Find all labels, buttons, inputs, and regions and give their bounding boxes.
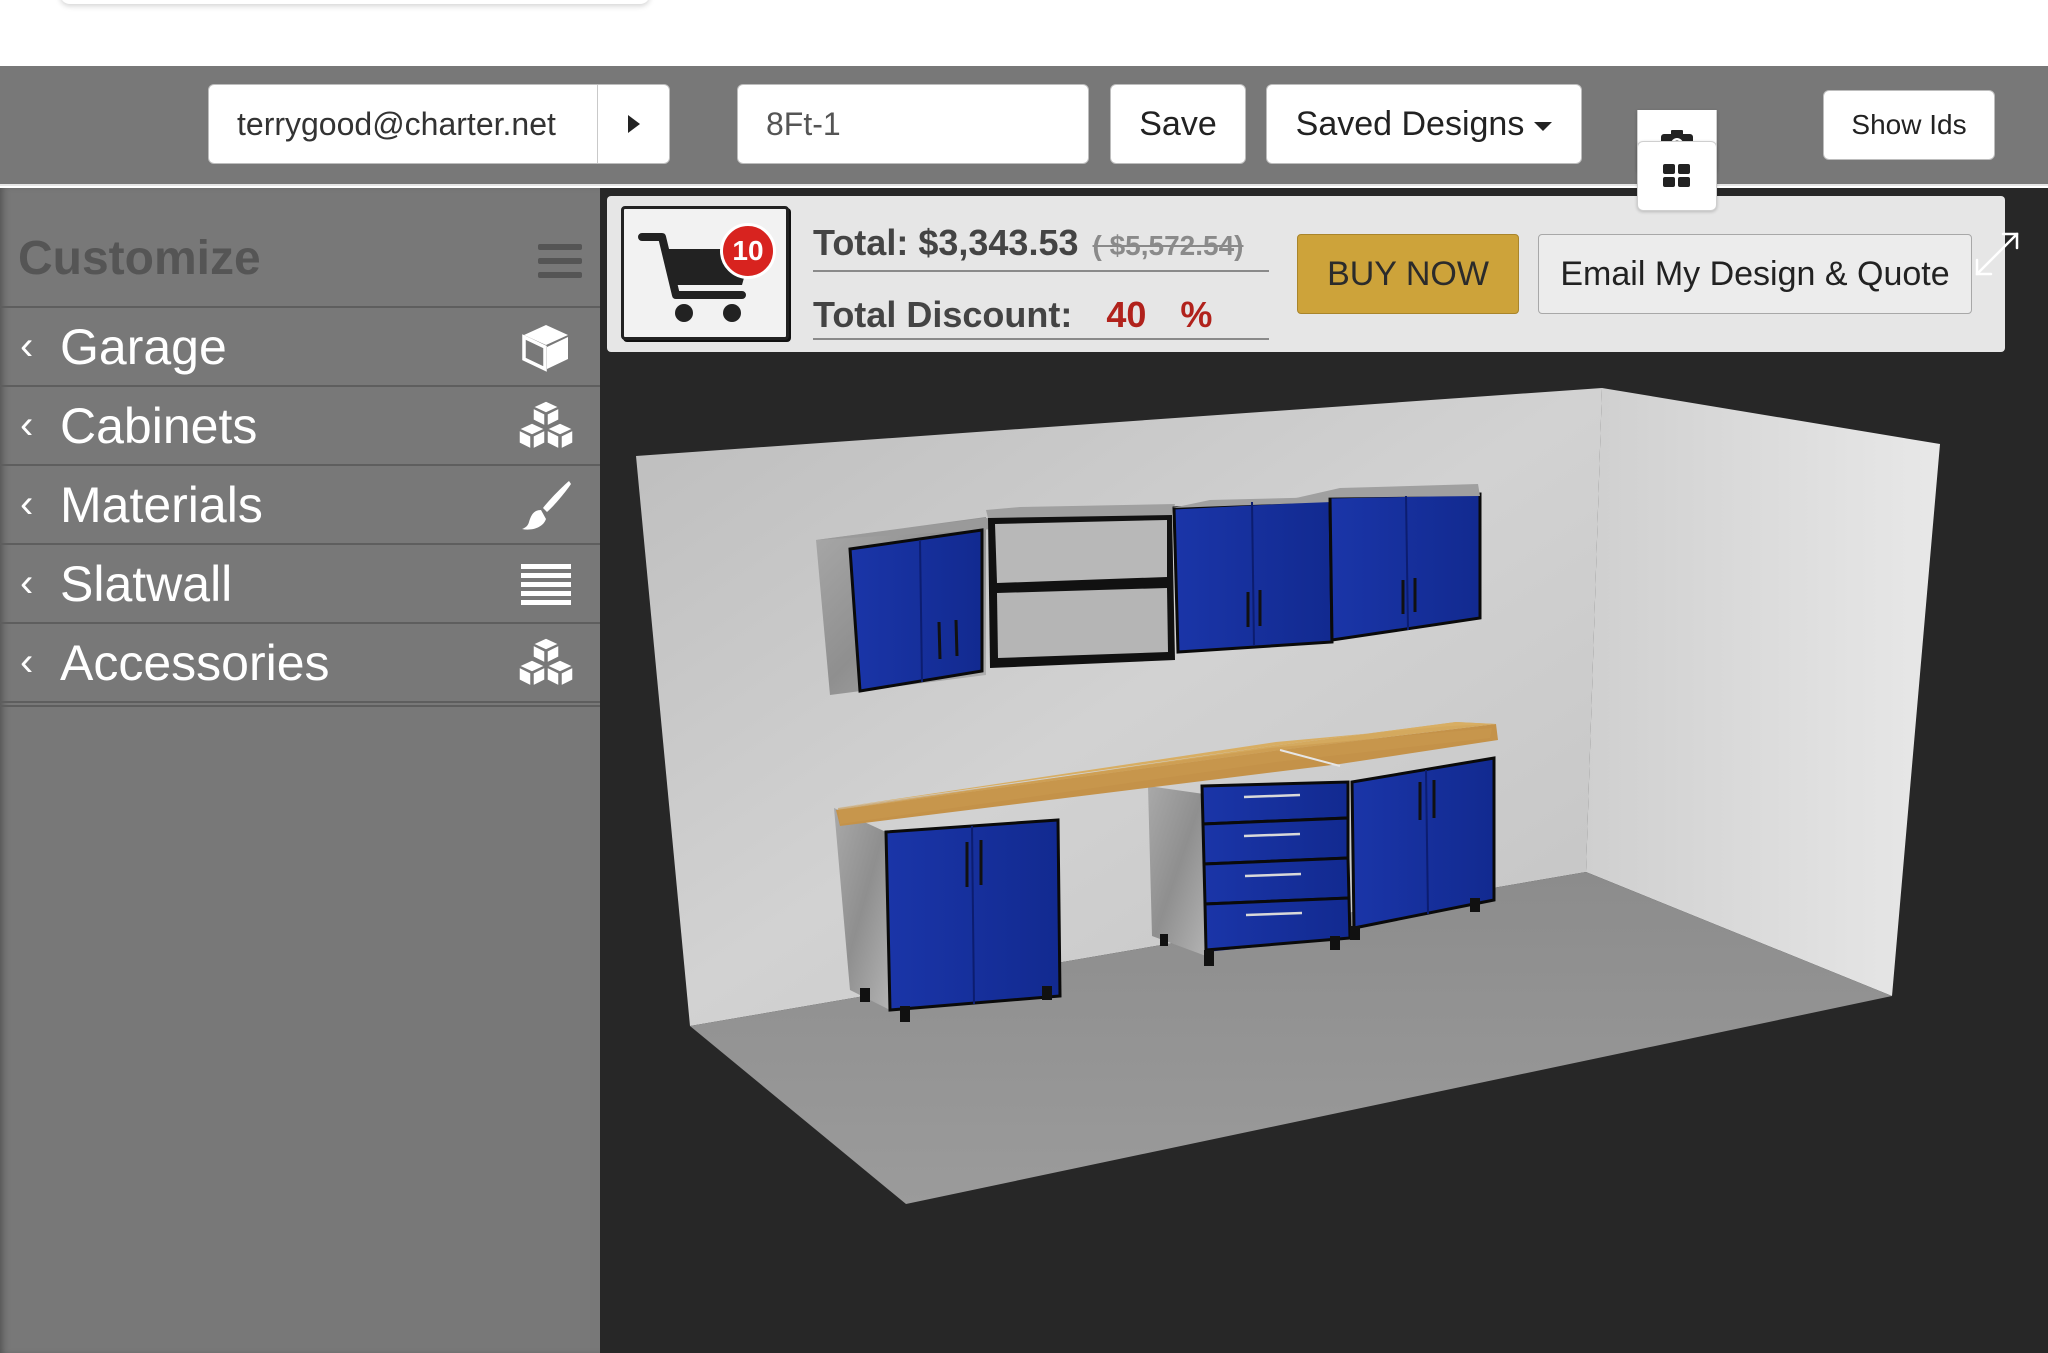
sidebar-item-materials[interactable]: ‹ Materials xyxy=(0,466,600,545)
sidebar-item-label: Materials xyxy=(60,476,263,533)
chevron-left-icon: ‹ xyxy=(20,324,34,368)
view-grid-button[interactable] xyxy=(1637,141,1717,211)
show-ids-button[interactable]: Show Ids xyxy=(1823,90,1995,160)
total-label: Total: xyxy=(813,222,909,263)
save-button[interactable]: Save xyxy=(1110,84,1246,164)
cubes-icon xyxy=(514,635,578,691)
account-email[interactable]: terrygood@charter.net xyxy=(209,85,597,163)
buy-now-button[interactable]: BUY NOW xyxy=(1297,234,1519,314)
sidebar-header: Customize xyxy=(0,188,600,308)
sidebar-item-label: Garage xyxy=(60,318,227,375)
discount-label: Total Discount: xyxy=(813,294,1073,335)
account-arrow-button[interactable] xyxy=(597,85,669,163)
cart-button[interactable]: 10 xyxy=(621,206,789,340)
discount-unit: % xyxy=(1180,294,1213,335)
cart-count-badge: 10 xyxy=(720,223,776,279)
saved-designs-label: Saved Designs xyxy=(1295,104,1525,143)
shopping-cart-icon xyxy=(638,233,752,322)
sidebar-item-garage[interactable]: ‹ Garage xyxy=(0,308,600,387)
sidebar-item-label: Cabinets xyxy=(60,397,258,454)
grid-icon xyxy=(1663,164,1690,187)
top-tab-shadow xyxy=(60,0,650,4)
chevron-left-icon: ‹ xyxy=(20,482,34,526)
sidebar-item-cabinets[interactable]: ‹ Cabinets xyxy=(0,387,600,466)
chevron-left-icon: ‹ xyxy=(20,640,34,684)
design-name-input[interactable] xyxy=(737,84,1089,164)
sidebar-title: Customize xyxy=(18,232,261,285)
caret-right-icon xyxy=(627,115,640,133)
sidebar-item-accessories[interactable]: ‹ Accessories xyxy=(0,624,600,703)
caret-down-icon xyxy=(1534,121,1553,131)
sidebar-divider xyxy=(0,703,600,707)
saved-designs-dropdown[interactable]: Saved Designs xyxy=(1266,84,1582,164)
cube-icon xyxy=(514,319,578,375)
chevron-left-icon: ‹ xyxy=(20,561,34,605)
browser-top-strip xyxy=(0,0,2048,66)
original-total: ( $5,572.54) xyxy=(1092,230,1244,261)
quote-bar: 10 Total: $3,343.53 ( $5,572.54) Total D… xyxy=(607,196,2019,352)
sidebar-item-label: Slatwall xyxy=(60,555,233,612)
paintbrush-icon xyxy=(514,477,578,533)
discount-line: Total Discount: 40 % xyxy=(813,294,1269,340)
totals-block: Total: $3,343.53 ( $5,572.54) Total Disc… xyxy=(813,222,1269,340)
expand-icon[interactable] xyxy=(1967,224,2027,284)
email-quote-button[interactable]: Email My Design & Quote xyxy=(1538,234,1972,314)
app-root: terrygood@charter.net Save Saved Designs… xyxy=(0,0,2048,1353)
account-email-group: terrygood@charter.net xyxy=(208,84,670,164)
total-value: $3,343.53 xyxy=(918,222,1079,263)
sidebar-item-slatwall[interactable]: ‹ Slatwall xyxy=(0,545,600,624)
toolbar: terrygood@charter.net Save Saved Designs… xyxy=(0,66,2048,186)
cubes-icon xyxy=(514,398,578,454)
chevron-left-icon: ‹ xyxy=(20,403,34,447)
slatwall-lines-icon xyxy=(514,556,578,612)
discount-value: 40 xyxy=(1106,294,1147,335)
sidebar-item-label: Accessories xyxy=(60,634,330,691)
hamburger-menu-icon[interactable] xyxy=(538,244,582,278)
garage-3d-scene[interactable] xyxy=(600,352,2048,1353)
customize-sidebar: Customize ‹ Garage ‹ Cabinets ‹ Material… xyxy=(0,188,600,1353)
total-line: Total: $3,343.53 ( $5,572.54) xyxy=(813,222,1269,272)
